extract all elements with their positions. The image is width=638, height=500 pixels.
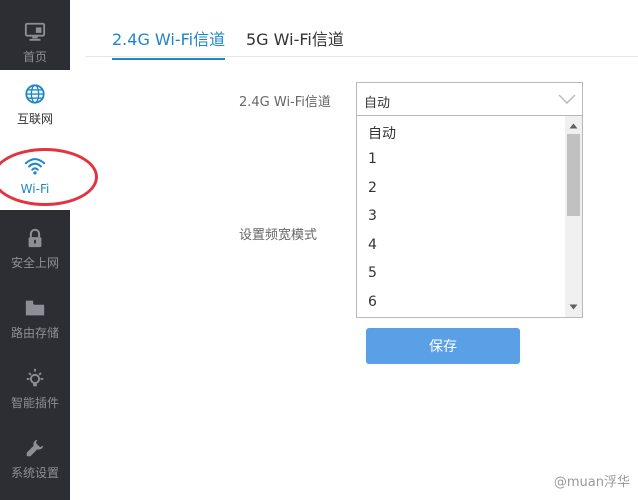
channel-option-1[interactable]: 1	[368, 151, 377, 167]
bandwidth-label: 设置频宽模式	[239, 228, 318, 243]
channel-option-6[interactable]: 6	[368, 294, 377, 310]
tab-5g-channel[interactable]: 5G Wi-Fi信道	[246, 26, 344, 58]
watermark: @muan浮华	[553, 475, 630, 490]
channel-option-3[interactable]: 3	[368, 208, 377, 224]
bulb-icon	[26, 368, 44, 387]
scrollbar-thumb[interactable]	[567, 134, 580, 216]
channel-option-5[interactable]: 5	[368, 265, 377, 281]
sidebar-item-plugins[interactable]: 智能插件	[0, 354, 70, 424]
sidebar-item-wifi[interactable]: Wi-Fi	[0, 140, 70, 210]
sidebar: 首页 互联网 Wi-Fi 安全上网 路由存储 智能插件 系统设置	[0, 0, 70, 500]
wifi-icon	[24, 157, 46, 175]
sidebar-item-label: Wi-Fi	[20, 181, 50, 196]
folder-icon	[25, 300, 45, 316]
sidebar-item-label: 系统设置	[10, 466, 59, 480]
chevron-down-icon	[558, 94, 576, 104]
wrench-icon	[26, 439, 44, 457]
sidebar-item-label: 互联网	[16, 112, 53, 126]
sidebar-item-label: 首页	[22, 50, 47, 64]
channel-label: 2.4G Wi-Fi信道	[239, 95, 331, 110]
channel-dropdown-list[interactable]: 自动 1 2 3 4 5 6	[356, 116, 583, 318]
channel-selected-value: 自动	[364, 96, 391, 111]
channel-option-2[interactable]: 2	[368, 180, 377, 196]
sidebar-item-settings[interactable]: 系统设置	[0, 424, 70, 494]
scroll-up-icon[interactable]	[565, 118, 582, 134]
sidebar-item-home[interactable]: 首页	[0, 8, 70, 78]
sidebar-item-label: 路由存储	[10, 326, 59, 340]
scroll-down-icon[interactable]	[565, 299, 582, 315]
dropdown-scrollbar[interactable]	[565, 116, 582, 317]
sidebar-item-security[interactable]: 安全上网	[0, 214, 70, 284]
monitor-icon	[24, 22, 46, 41]
sidebar-item-label: 安全上网	[10, 256, 59, 270]
globe-icon	[25, 84, 45, 104]
save-button[interactable]: 保存	[366, 328, 520, 364]
lock-icon	[28, 228, 42, 248]
sidebar-item-internet[interactable]: 互联网	[0, 70, 70, 140]
tab-bar: 2.4G Wi-Fi信道 5G Wi-Fi信道	[86, 20, 638, 60]
channel-option-4[interactable]: 4	[368, 237, 377, 253]
sidebar-item-label: 智能插件	[10, 396, 59, 410]
tab-24g-channel[interactable]: 2.4G Wi-Fi信道	[112, 26, 226, 60]
sidebar-item-storage[interactable]: 路由存储	[0, 284, 70, 354]
channel-select[interactable]: 自动	[356, 82, 583, 116]
channel-option-auto[interactable]: 自动	[368, 123, 396, 143]
